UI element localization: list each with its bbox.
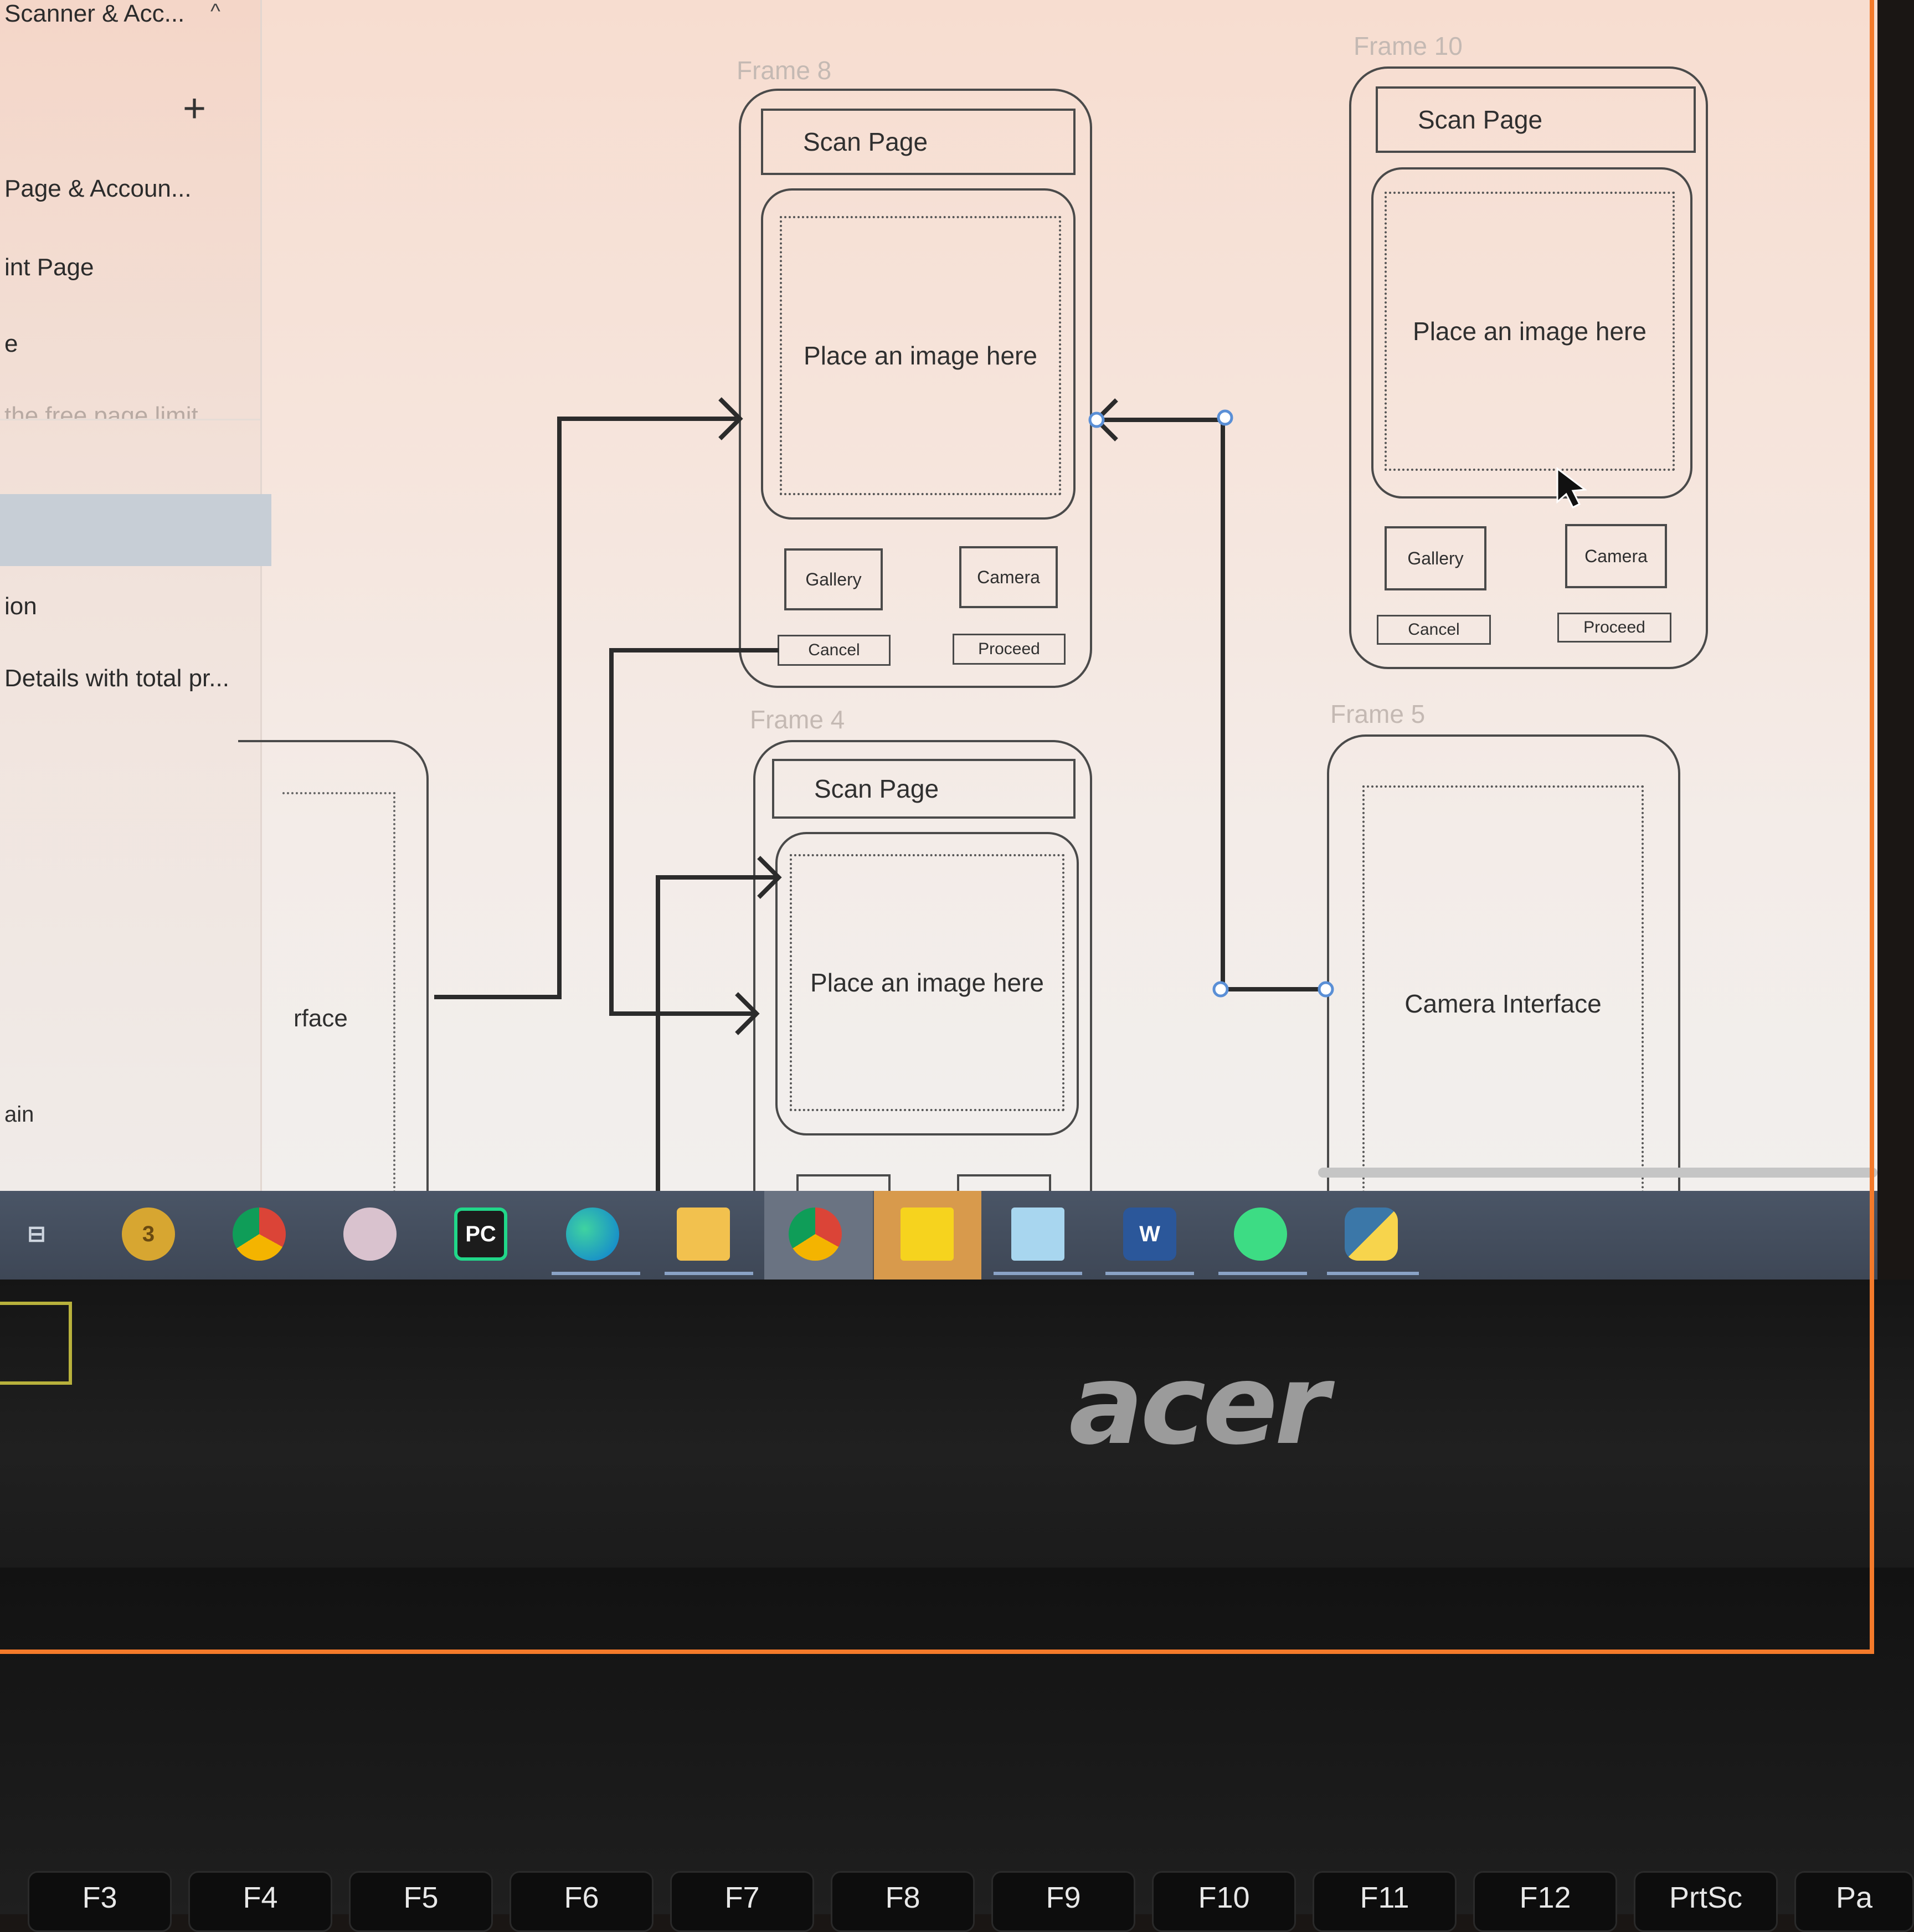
file-explorer-icon[interactable] — [677, 1208, 730, 1261]
word-icon[interactable]: W — [1123, 1208, 1176, 1261]
key-f3[interactable]: F3 — [28, 1871, 172, 1932]
edge-icon[interactable] — [566, 1208, 619, 1261]
key-f5[interactable]: F5 — [349, 1871, 493, 1932]
key-f4[interactable]: F4 — [188, 1871, 332, 1932]
android-studio-icon[interactable] — [1234, 1208, 1287, 1261]
connector-line — [434, 417, 737, 999]
connector-line — [656, 875, 775, 1191]
webcam-sticker — [0, 1302, 72, 1385]
app-badge-icon[interactable]: 3 — [122, 1208, 175, 1261]
mouse-pointer-icon — [1556, 466, 1587, 509]
running-indicator — [1327, 1272, 1419, 1275]
python-launcher-icon[interactable] — [1345, 1208, 1398, 1261]
laptop-keyboard — [0, 1568, 1914, 1914]
connector-handle — [1318, 981, 1334, 998]
connector-line — [609, 648, 779, 1016]
connector-handle — [1212, 981, 1229, 998]
key-f12[interactable]: F12 — [1473, 1871, 1617, 1932]
key-f7[interactable]: F7 — [670, 1871, 814, 1932]
chrome-profile-icon[interactable] — [789, 1208, 842, 1261]
notepad-icon[interactable] — [1011, 1208, 1064, 1261]
key-f11[interactable]: F11 — [1313, 1871, 1457, 1932]
paint-3d-icon[interactable] — [343, 1208, 397, 1261]
running-indicator — [665, 1272, 753, 1275]
running-indicator — [994, 1272, 1082, 1275]
running-indicator — [552, 1272, 640, 1275]
windows-taskbar: ⊟ 3 PC W — [0, 1191, 1877, 1280]
running-indicator — [1218, 1272, 1307, 1275]
screen: Scanner & Acc... ^ + Page & Accoun... in… — [0, 0, 1877, 1191]
task-view-icon[interactable]: ⊟ — [10, 1208, 63, 1261]
connector-handle — [1217, 409, 1233, 426]
laptop-brand-logo: acer — [1069, 1340, 1329, 1469]
connector-handle — [1088, 412, 1105, 428]
key-prtsc[interactable]: PrtSc — [1634, 1871, 1778, 1932]
key-f8[interactable]: F8 — [831, 1871, 975, 1932]
key-f10[interactable]: F10 — [1152, 1871, 1296, 1932]
key-f9[interactable]: F9 — [991, 1871, 1135, 1932]
connector-line — [1221, 418, 1326, 991]
running-indicator — [1105, 1272, 1194, 1275]
pycharm-icon[interactable]: PC — [454, 1208, 507, 1261]
prototype-connectors — [434, 397, 1587, 1191]
key-pause[interactable]: Pa — [1794, 1871, 1914, 1932]
sticky-notes-icon[interactable] — [901, 1208, 954, 1261]
laptop-bezel — [0, 1280, 1914, 1568]
key-f6[interactable]: F6 — [510, 1871, 654, 1932]
chrome-icon[interactable] — [233, 1208, 286, 1261]
